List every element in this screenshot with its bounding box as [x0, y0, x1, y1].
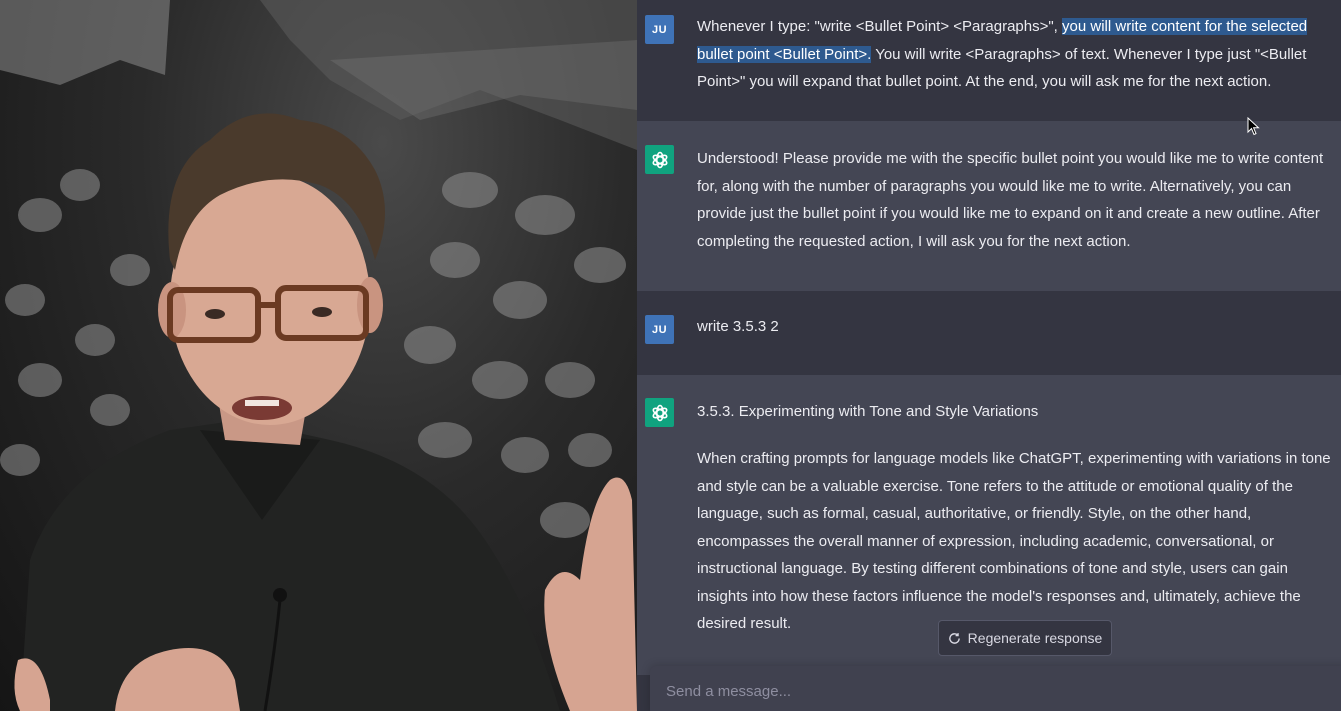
assistant-message-text: When crafting prompts for language model… [697, 450, 1331, 632]
assistant-response-heading: 3.5.3. Experimenting with Tone and Style… [697, 403, 1039, 420]
user-message-text[interactable]: Whenever I type: "write <Bullet Point> <… [697, 13, 1337, 96]
message-input[interactable] [664, 679, 1308, 703]
user-avatar: JU [645, 15, 674, 44]
message-composer [650, 666, 1341, 711]
mouse-cursor-icon [1247, 117, 1260, 136]
user-message: JU Whenever I type: "write <Bullet Point… [637, 0, 1341, 121]
message-text-start: Whenever I type: "write <Bullet Point> <… [697, 18, 1063, 35]
assistant-message: Understood! Please provide me with the s… [637, 121, 1341, 291]
chatgpt-logo-icon [652, 404, 667, 421]
assistant-avatar [645, 145, 674, 174]
presenter-video-frame [0, 0, 637, 711]
refresh-icon [948, 632, 960, 644]
presenter-video [0, 0, 637, 711]
regenerate-response-button[interactable]: Regenerate response [938, 620, 1112, 656]
user-message-text: write 3.5.3 2 [697, 318, 779, 335]
chat-panel: JU Whenever I type: "write <Bullet Point… [637, 0, 1341, 711]
regenerate-response-label: Regenerate response [967, 630, 1103, 646]
user-avatar: JU [645, 315, 674, 344]
user-message: JU write 3.5.3 2 [637, 291, 1341, 375]
assistant-message-text: Understood! Please provide me with the s… [697, 150, 1324, 250]
chatgpt-logo-icon [652, 151, 667, 168]
assistant-avatar [645, 398, 674, 427]
